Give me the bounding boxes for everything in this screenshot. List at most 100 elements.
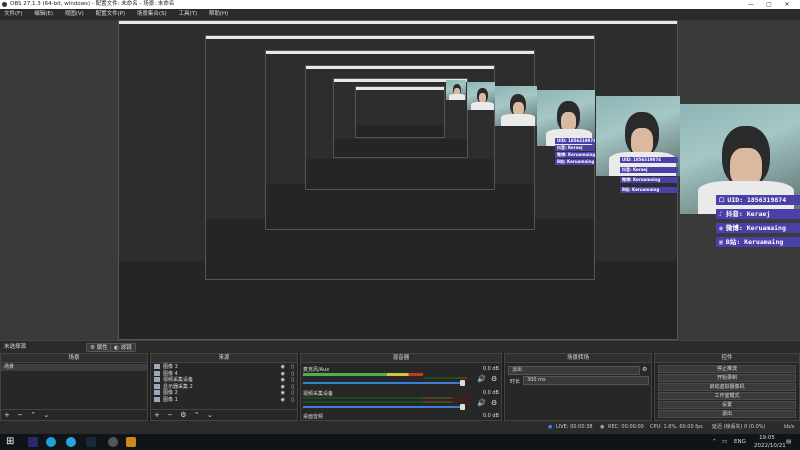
sources-dock: 来源 图像 3 ◉ ▯ 图像 4 ◉ ▯ 视频采集设备 ◉ ▯ 显示器采集 2 ◉ ▯ 图像 2… [150,353,298,421]
overlay-echo: UID: 1856319874 [555,138,595,144]
network-icon[interactable]: ▭ [722,438,727,446]
scene-transitions-dock: 场景转场 淡出 ⚙ 时长 300 ms [504,353,652,421]
overlay-echo: 微博: Keruamaing [620,177,678,183]
speaker-icon[interactable]: 🔊 [477,399,486,407]
overlay-row-bilibili: ▣ B站: Keruamaing [716,237,800,247]
menu-view[interactable]: 视图(V) [65,11,84,17]
mixer-channel-desktop: 桌面音频 0.0 dB [303,413,499,420]
telegram-icon[interactable] [66,437,76,447]
scenes-dock: 场景 场景 + − ⌃ ⌄ [0,353,148,421]
rec-indicator-icon: ● [600,424,605,430]
level-meter [303,373,423,376]
windows-start-icon[interactable]: ⊞ [6,437,16,447]
source-item[interactable]: 图像 1 ◉ ▯ [151,396,297,404]
settings-button[interactable]: 设置 [658,401,796,409]
remove-scene-icon[interactable]: − [17,411,23,419]
rec-timer: REC: 00:00:00 [608,424,644,430]
mixer-channel-mic: 麦克风/Aux 0.0 dB 🔊 ⚙ [303,366,499,386]
status-bar: ● LIVE: 00:00:38 ● REC: 00:00:00 CPU: 1.… [0,421,800,434]
live-indicator-icon: ● [548,424,553,430]
overlay-echo: 微博: Keruamaing [555,152,595,158]
add-source-icon[interactable]: + [154,411,160,419]
image-icon [154,396,160,402]
volume-slider[interactable] [303,380,465,386]
source-toolbar: 未选择源 ⚙ 属性 ◐ 滤镜 [0,340,800,353]
language-indicator[interactable]: ENG [734,438,746,446]
overlay-row-uid: ᗝ UID: 1856319874 [716,195,800,205]
close-button[interactable]: ✕ [780,0,794,9]
image-icon [154,364,160,369]
duration-label: 时长 [510,379,521,385]
obs-app-icon [2,2,7,7]
maximize-button[interactable]: ▢ [762,0,776,9]
mixer-header: 混音器 [301,354,501,363]
properties-button[interactable]: ⚙ 属性 [86,343,112,352]
overlay-row-douyin: ♪ 抖音: Keraej [716,209,800,219]
clock[interactable]: 19:05 2022/10/21 [754,434,786,450]
image-icon [154,390,160,395]
gear-icon[interactable]: ⚙ [491,375,497,383]
move-down-icon[interactable]: ⌄ [43,411,49,419]
controls-dock: 控件 停止推流 开始录制 启动虚拟摄像机 工作室模式 设置 退出 [654,353,800,421]
sources-header: 来源 [151,354,297,363]
overlay-row-weibo: ◉ 微博: Keruamaing [716,223,800,233]
exit-button[interactable]: 退出 [658,410,796,418]
webcam-feed-echo [467,82,495,110]
monitor-icon [154,383,160,389]
menu-tools[interactable]: 工具(T) [178,11,197,17]
gear-icon[interactable]: ⚙ [180,411,186,419]
edge-browser-icon[interactable] [46,437,56,447]
tray-chevron-icon[interactable]: ⌃ [712,438,717,446]
webcam-feed-echo [446,80,466,100]
speaker-icon[interactable]: 🔊 [477,375,486,383]
menu-file[interactable]: 文件(F) [4,11,22,17]
media-app-icon[interactable] [28,437,38,447]
preview-canvas[interactable]: ᗝ UID: 1856319874 ♪ 抖音: Keraej ◉ 微博: Keruam… [0,20,800,340]
dropped-frames: 延迟 (帧丢失) 0 (0.0%) [712,424,766,430]
overlay-echo: 抖音: Keraej [620,167,678,173]
transition-type-select[interactable]: 淡出 [508,366,640,375]
menu-profile[interactable]: 配置文件(P) [96,11,126,17]
webcam-feed-echo [596,96,680,176]
start-virtual-camera-button[interactable]: 启动虚拟摄像机 [658,383,796,391]
obs-icon[interactable] [108,437,118,447]
add-scene-icon[interactable]: + [4,411,10,419]
remove-source-icon[interactable]: − [167,411,173,419]
notification-icon[interactable]: ▤ [786,438,791,446]
window-titlebar: OBS 27.1.3 (64-bit, windows) - 配置文件: 未命名… [0,0,800,9]
overlay-echo: UID: 1856319874 [620,157,678,163]
gear-icon[interactable]: ⚙ [491,399,497,407]
camera-icon [154,377,160,382]
steam-icon[interactable] [86,437,96,447]
window-title: OBS 27.1.3 (64-bit, windows) - 配置文件: 未命名… [10,1,175,7]
nested-preview-6 [355,86,445,138]
filters-button[interactable]: ◐ 滤镜 [110,343,136,352]
duration-input[interactable]: 300 ms [523,376,649,385]
eye-icon[interactable]: ◉ [281,397,285,404]
transitions-header: 场景转场 [505,354,651,363]
overlay-echo: B站: Keruamaing [620,187,678,193]
menu-scene-collection[interactable]: 场景集合(S) [137,11,167,17]
obs-window-icon[interactable] [126,437,136,447]
move-up-icon[interactable]: ⌃ [30,411,36,419]
mixer-channel-capture: 视频采集设备 0.0 dB 🔊 ⚙ [303,390,499,410]
webcam-feed-echo [495,86,537,126]
studio-mode-button[interactable]: 工作室模式 [658,392,796,400]
start-recording-button[interactable]: 开始录制 [658,374,796,382]
cpu-usage: CPU: 1.6%, 60.00 fps [650,424,703,430]
volume-slider[interactable] [303,404,465,410]
windows-taskbar: ⊞ ⌃ ▭ ENG 19:05 2022/10/21 ▤ [0,434,800,450]
menu-edit[interactable]: 编辑(E) [34,11,53,17]
lock-icon[interactable]: ▯ [291,397,294,404]
move-up-icon[interactable]: ⌃ [194,411,200,419]
overlay-echo: 抖音: Keraej [555,145,595,151]
menu-help[interactable]: 帮助(H) [209,11,228,17]
audio-mixer-dock: 混音器 麦克风/Aux 0.0 dB 🔊 ⚙ 视频采集设备 0.0 dB 🔊 ⚙… [300,353,502,421]
minimize-button[interactable]: — [744,0,758,9]
move-down-icon[interactable]: ⌄ [207,411,213,419]
scene-item[interactable]: 场景 [1,364,147,371]
stop-streaming-button[interactable]: 停止推流 [658,365,796,373]
gear-icon[interactable]: ⚙ [642,366,647,373]
menu-bar: 文件(F) 编辑(E) 视图(V) 配置文件(P) 场景集合(S) 工具(T) … [0,9,800,20]
image-icon [154,370,160,376]
